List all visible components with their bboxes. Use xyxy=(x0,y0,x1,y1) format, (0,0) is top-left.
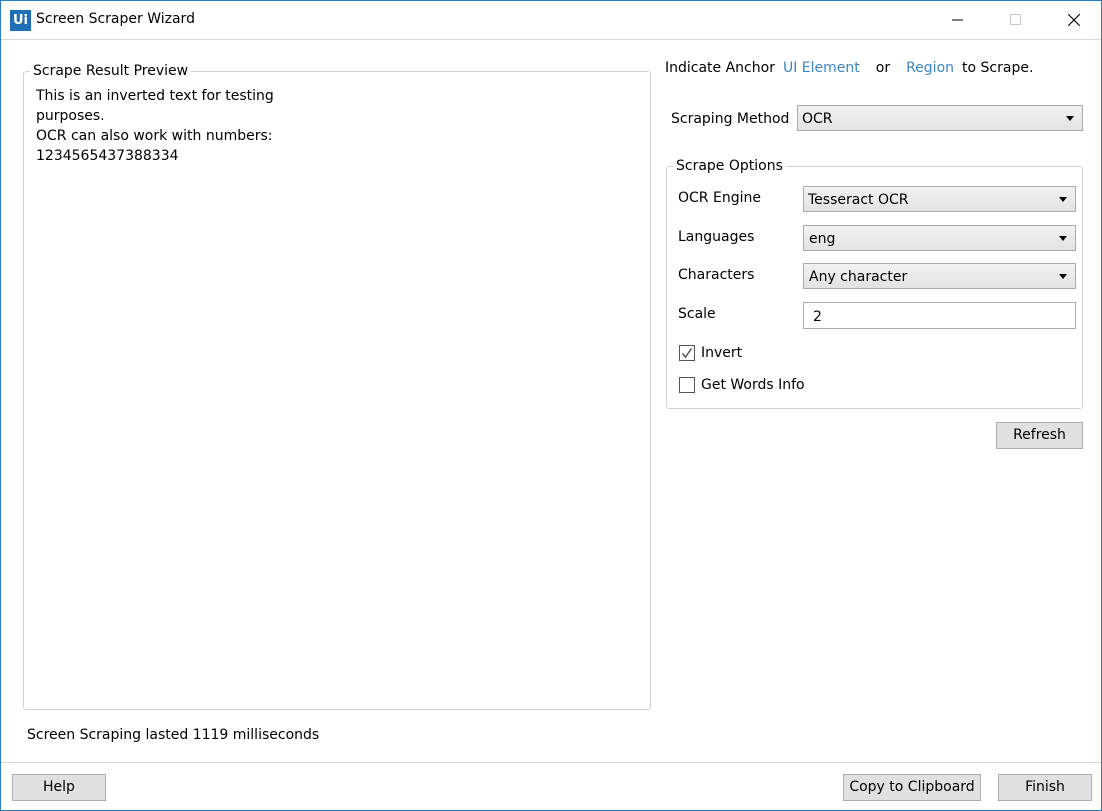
window-title: Screen Scraper Wizard xyxy=(36,11,195,27)
title-bar: Ui Screen Scraper Wizard xyxy=(1,1,1101,40)
characters-label: Characters xyxy=(678,267,755,283)
region-link[interactable]: Region xyxy=(906,60,954,76)
anchor-suffix: to Scrape. xyxy=(962,60,1034,76)
ocr-engine-label: OCR Engine xyxy=(678,190,761,206)
ui-element-link[interactable]: UI Element xyxy=(783,60,860,76)
maximize-button xyxy=(986,1,1044,39)
anchor-row: Indicate Anchor UI Element or Region to Scra… xyxy=(665,60,1033,76)
scraping-method-value: OCR xyxy=(802,111,833,127)
languages-label: Languages xyxy=(678,229,755,245)
chevron-down-icon xyxy=(1059,236,1067,241)
chevron-down-icon xyxy=(1059,197,1067,202)
scale-label: Scale xyxy=(678,306,716,322)
close-icon xyxy=(1068,14,1080,26)
refresh-button[interactable]: Refresh xyxy=(996,422,1083,449)
invert-checkbox[interactable] xyxy=(679,345,695,361)
copy-to-clipboard-button[interactable]: Copy to Clipboard xyxy=(843,774,981,801)
chevron-down-icon xyxy=(1059,274,1067,279)
checkmark-icon xyxy=(681,348,693,359)
ocr-engine-dropdown[interactable]: Tesseract OCR xyxy=(803,186,1076,212)
uipath-logo-icon: Ui xyxy=(10,10,31,31)
scraping-method-label: Scraping Method xyxy=(671,111,790,127)
maximize-icon xyxy=(1010,14,1021,25)
help-button[interactable]: Help xyxy=(12,774,106,801)
minimize-button[interactable] xyxy=(928,1,986,39)
languages-dropdown[interactable]: eng xyxy=(803,225,1076,251)
characters-dropdown[interactable]: Any character xyxy=(803,263,1076,289)
invert-label: Invert xyxy=(701,345,743,361)
scrape-result-preview-label: Scrape Result Preview xyxy=(30,62,192,80)
scrape-result-preview-box xyxy=(23,71,651,710)
get-words-info-checkbox[interactable] xyxy=(679,377,695,393)
get-words-info-label: Get Words Info xyxy=(701,377,805,393)
scrape-result-text[interactable]: This is an inverted text for testing pur… xyxy=(36,86,636,166)
screen-scraper-window: Ui Screen Scraper Wizard Scrape Result P… xyxy=(0,0,1102,811)
chevron-down-icon xyxy=(1066,116,1074,121)
scrape-options-label: Scrape Options xyxy=(673,157,786,175)
close-button[interactable] xyxy=(1044,1,1101,39)
footer-divider xyxy=(1,762,1101,763)
anchor-prefix: Indicate Anchor xyxy=(665,60,775,76)
minimize-icon xyxy=(952,19,963,21)
status-text: Screen Scraping lasted 1119 milliseconds xyxy=(27,727,320,743)
languages-value: eng xyxy=(809,231,836,247)
finish-button[interactable]: Finish xyxy=(998,774,1092,801)
scraping-method-dropdown[interactable]: OCR xyxy=(797,105,1083,131)
anchor-or: or xyxy=(875,60,891,76)
characters-value: Any character xyxy=(809,269,908,285)
scale-input[interactable]: 2 xyxy=(803,302,1076,329)
ocr-engine-value: Tesseract OCR xyxy=(808,192,909,208)
scale-value: 2 xyxy=(813,309,822,325)
